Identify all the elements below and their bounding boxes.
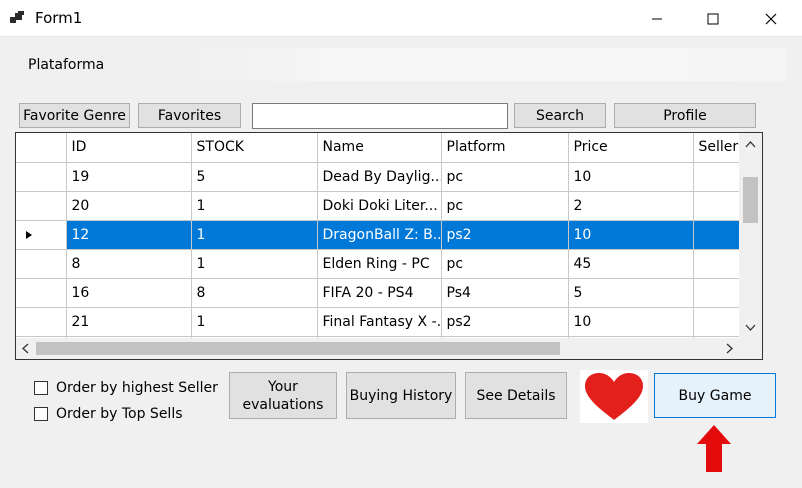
app-window-icon <box>10 11 24 23</box>
menu-item-plataforma[interactable]: Plataforma <box>28 57 104 73</box>
cell-id[interactable]: 19 <box>66 162 192 192</box>
row-pointer-icon <box>26 230 32 239</box>
cell-platform[interactable]: pc <box>441 249 569 279</box>
cell-platform[interactable]: pc <box>441 162 569 192</box>
cell-stock[interactable]: 1 <box>191 307 318 337</box>
scroll-down-icon <box>745 324 756 331</box>
cell-platform[interactable]: Ps4 <box>441 278 569 308</box>
cell-name[interactable]: Doki Doki Liter... <box>317 191 442 221</box>
row-header[interactable] <box>16 307 67 337</box>
order-top-sells-checkbox[interactable]: Order by Top Sells <box>34 406 183 422</box>
see-details-button[interactable]: See Details <box>465 372 567 419</box>
buy-game-button[interactable]: Buy Game <box>654 373 776 418</box>
checkbox-box[interactable] <box>34 407 48 421</box>
scroll-left-icon <box>22 343 29 354</box>
scroll-up-icon <box>745 141 756 148</box>
close-icon <box>765 13 777 24</box>
column-header-platform[interactable]: Platform <box>441 133 569 163</box>
close-button[interactable] <box>748 0 794 37</box>
search-input[interactable] <box>252 103 508 129</box>
column-header-stock[interactable]: STOCK <box>191 133 318 163</box>
menu-strip: Plataforma <box>8 48 786 81</box>
cell-name[interactable]: DragonBall Z: B... <box>317 220 442 250</box>
cell-price[interactable]: 10 <box>568 220 694 250</box>
vertical-scroll-thumb[interactable] <box>743 177 758 223</box>
cell-id[interactable]: 20 <box>66 191 192 221</box>
up-arrow-icon <box>697 425 731 472</box>
row-header[interactable] <box>16 278 67 308</box>
your-evaluations-button[interactable]: Your evaluations <box>229 372 337 419</box>
cell-platform[interactable]: ps2 <box>441 307 569 337</box>
cell-platform[interactable]: ps2 <box>441 220 569 250</box>
cell-price[interactable]: 45 <box>568 249 694 279</box>
title-bar: Form1 <box>0 0 802 37</box>
horizontal-scroll-thumb[interactable] <box>36 342 560 355</box>
table-header-row: ID STOCK Name Platform Price Seller <box>16 133 762 163</box>
search-button[interactable]: Search <box>514 103 606 128</box>
table-row-selected[interactable]: 12 1 DragonBall Z: B... ps2 10 <box>16 220 762 250</box>
cell-name[interactable]: Dead By Daylig... <box>317 162 442 192</box>
cell-stock[interactable]: 1 <box>191 249 318 279</box>
window-title: Form1 <box>35 9 83 27</box>
column-header-id[interactable]: ID <box>66 133 192 163</box>
cell-id[interactable]: 8 <box>66 249 192 279</box>
cell-name[interactable]: Final Fantasy X -... <box>317 307 442 337</box>
checkbox-label: Order by highest Seller <box>56 380 218 396</box>
vertical-scrollbar[interactable] <box>739 133 762 338</box>
maximize-icon <box>707 13 719 24</box>
checkbox-label: Order by Top Sells <box>56 406 183 422</box>
cell-id[interactable]: 12 <box>66 220 192 250</box>
row-header-corner <box>16 133 67 163</box>
minimize-icon <box>652 18 662 19</box>
cell-price[interactable]: 10 <box>568 307 694 337</box>
cell-price[interactable]: 5 <box>568 278 694 308</box>
cell-stock[interactable]: 8 <box>191 278 318 308</box>
horizontal-scrollbar[interactable] <box>16 338 739 359</box>
order-highest-seller-checkbox[interactable]: Order by highest Seller <box>34 380 218 396</box>
table-row[interactable]: 16 8 FIFA 20 - PS4 Ps4 5 <box>16 278 762 308</box>
row-header[interactable] <box>16 249 67 279</box>
column-header-price[interactable]: Price <box>568 133 694 163</box>
cell-stock[interactable]: 1 <box>191 220 318 250</box>
table-row[interactable]: 21 1 Final Fantasy X -... ps2 10 <box>16 307 762 337</box>
cell-price[interactable]: 10 <box>568 162 694 192</box>
games-data-grid[interactable]: ID STOCK Name Platform Price Seller 19 5… <box>15 132 763 360</box>
cell-id[interactable]: 21 <box>66 307 192 337</box>
favorite-genre-button[interactable]: Favorite Genre <box>19 103 130 128</box>
heart-icon <box>585 373 643 420</box>
minimize-button[interactable] <box>634 0 680 37</box>
cell-name[interactable]: FIFA 20 - PS4 <box>317 278 442 308</box>
table-row[interactable]: 8 1 Elden Ring - PC pc 45 <box>16 249 762 279</box>
cell-price[interactable]: 2 <box>568 191 694 221</box>
scroll-right-icon <box>726 343 733 354</box>
row-header[interactable] <box>16 220 67 250</box>
cell-platform[interactable]: pc <box>441 191 569 221</box>
favorite-heart-button[interactable] <box>580 370 648 423</box>
cell-stock[interactable]: 1 <box>191 191 318 221</box>
table-row[interactable]: 19 5 Dead By Daylig... pc 10 <box>16 162 762 192</box>
row-header[interactable] <box>16 162 67 192</box>
buying-history-button[interactable]: Buying History <box>346 372 456 419</box>
maximize-button[interactable] <box>690 0 736 37</box>
favorites-button[interactable]: Favorites <box>138 103 241 128</box>
checkbox-box[interactable] <box>34 381 48 395</box>
cell-id[interactable]: 16 <box>66 278 192 308</box>
column-header-name[interactable]: Name <box>317 133 442 163</box>
table-row[interactable]: 20 1 Doki Doki Liter... pc 2 <box>16 191 762 221</box>
games-table: ID STOCK Name Platform Price Seller 19 5… <box>16 133 762 359</box>
profile-button[interactable]: Profile <box>614 103 756 128</box>
cell-name[interactable]: Elden Ring - PC <box>317 249 442 279</box>
row-header[interactable] <box>16 191 67 221</box>
cell-stock[interactable]: 5 <box>191 162 318 192</box>
